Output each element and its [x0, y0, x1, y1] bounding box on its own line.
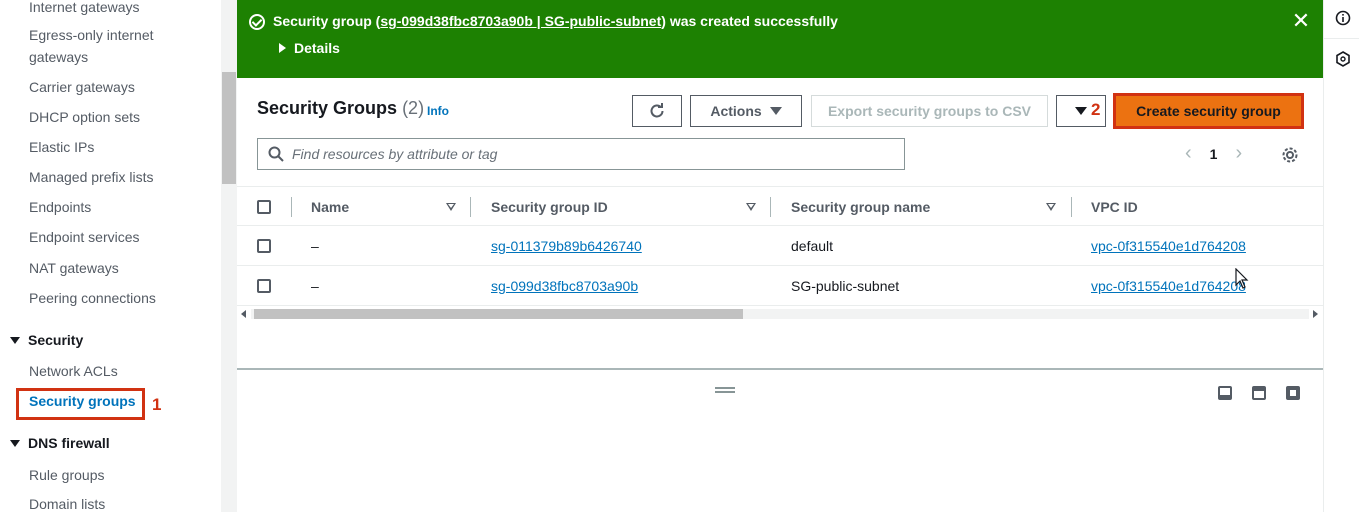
- cell-security-group-name: default: [791, 238, 834, 254]
- table-row[interactable]: – sg-099d38fbc8703a90b SG-public-subnet …: [237, 266, 1323, 306]
- column-separator: [291, 197, 292, 217]
- hexagon-icon[interactable]: [1335, 51, 1351, 67]
- flash-message: Security group (sg-099d38fbc8703a90b | S…: [273, 13, 838, 29]
- nav-item-endpoints[interactable]: Endpoints: [29, 196, 91, 218]
- scroll-right-arrow-icon[interactable]: [1313, 310, 1318, 318]
- resize-handle[interactable]: [715, 387, 735, 393]
- utility-rail: [1323, 0, 1359, 512]
- split-side-icon[interactable]: [1252, 386, 1266, 400]
- nav-item-network-acls[interactable]: Network ACLs: [29, 360, 118, 382]
- caret-right-icon: [279, 43, 286, 53]
- page-title-count: (2): [402, 98, 425, 118]
- create-security-group-button[interactable]: Create security group: [1113, 93, 1304, 129]
- page-title-text: Security Groups: [257, 98, 398, 118]
- main-content: Security group (sg-099d38fbc8703a90b | S…: [237, 0, 1323, 512]
- nav-scrollbar-thumb[interactable]: [222, 72, 236, 184]
- nav-item-domain-lists[interactable]: Domain lists: [29, 493, 105, 512]
- column-separator[interactable]: [1071, 197, 1072, 217]
- column-separator[interactable]: [770, 197, 771, 217]
- cell-security-group-name: SG-public-subnet: [791, 278, 900, 294]
- next-page-icon[interactable]: ›: [1235, 142, 1242, 165]
- previous-page-icon[interactable]: ‹: [1185, 142, 1192, 165]
- column-header-security-group-id[interactable]: Security group ID: [491, 187, 608, 227]
- table-horizontal-scrollbar[interactable]: [237, 306, 1323, 322]
- nav-item-elastic-ips[interactable]: Elastic IPs: [29, 136, 94, 158]
- flash-message-suffix: ) was created successfully: [661, 13, 838, 29]
- nav-item-rule-groups[interactable]: Rule groups: [29, 464, 105, 486]
- row-checkbox[interactable]: [257, 279, 271, 293]
- chevron-down-icon: [10, 336, 20, 344]
- nav-item-peering-connections[interactable]: Peering connections: [29, 287, 156, 309]
- column-header-security-group-name[interactable]: Security group name: [791, 187, 930, 227]
- success-flash-banner: Security group (sg-099d38fbc8703a90b | S…: [237, 0, 1323, 78]
- create-security-group-label: Create security group: [1136, 103, 1281, 119]
- export-csv-label: Export security groups to CSV: [827, 103, 1032, 119]
- flash-details-toggle[interactable]: Details: [279, 40, 340, 56]
- cell-security-group-id-link[interactable]: sg-099d38fbc8703a90b: [491, 266, 638, 306]
- nav-section-label: DNS firewall: [28, 435, 110, 451]
- flash-details-label: Details: [294, 40, 340, 56]
- refresh-button[interactable]: [632, 95, 682, 127]
- chevron-down-icon: [1075, 107, 1087, 115]
- gear-icon[interactable]: [1281, 146, 1299, 164]
- divider: [1324, 38, 1359, 39]
- info-link[interactable]: Info: [427, 104, 449, 118]
- callout-number-2: 2: [1091, 100, 1101, 119]
- nav-item-nat-gateways[interactable]: NAT gateways: [29, 257, 119, 279]
- search-input[interactable]: [292, 146, 882, 162]
- actions-button[interactable]: Actions: [690, 95, 802, 127]
- scrollbar-thumb[interactable]: [254, 309, 743, 319]
- select-all-checkbox[interactable]: [257, 200, 271, 214]
- nav-item-egress-only-internet-gateways[interactable]: Egress-only internet gateways: [29, 24, 179, 68]
- export-csv-button[interactable]: Export security groups to CSV: [811, 95, 1048, 127]
- refresh-icon: [650, 103, 664, 118]
- pagination: ‹ 1 ›: [1185, 142, 1242, 165]
- sort-icon[interactable]: [1046, 203, 1056, 211]
- sort-icon[interactable]: [446, 203, 456, 211]
- split-full-icon[interactable]: [1286, 386, 1300, 400]
- table-row[interactable]: – sg-011379b89b6426740 default vpc-0f315…: [237, 226, 1323, 266]
- split-bottom-icon[interactable]: [1218, 386, 1232, 400]
- cell-vpc-id-link[interactable]: vpc-0f315540e1d764208: [1091, 226, 1246, 266]
- column-header-vpc-id[interactable]: VPC ID: [1091, 187, 1138, 227]
- flash-message-prefix: Security group (: [273, 13, 381, 29]
- chevron-down-icon: [10, 439, 20, 447]
- page-title: Security Groups (2): [257, 98, 424, 119]
- search-icon: [268, 146, 284, 162]
- nav-section-dns-firewall[interactable]: DNS firewall: [10, 435, 110, 451]
- column-separator[interactable]: [470, 197, 471, 217]
- flash-security-group-link[interactable]: sg-099d38fbc8703a90b | SG-public-subnet: [380, 13, 661, 29]
- table-header-row: Name Security group ID Security group na…: [237, 186, 1323, 226]
- side-navigation: Internet gateways Egress-only internet g…: [0, 0, 221, 512]
- cell-security-group-id-link[interactable]: sg-011379b89b6426740: [491, 226, 642, 266]
- close-icon[interactable]: ✕: [1290, 10, 1312, 32]
- cell-name: –: [311, 238, 319, 254]
- sort-icon[interactable]: [746, 203, 756, 211]
- nav-section-security[interactable]: Security: [10, 332, 83, 348]
- info-circle-icon[interactable]: [1335, 10, 1351, 26]
- page-number[interactable]: 1: [1210, 146, 1218, 162]
- search-bar[interactable]: [257, 138, 905, 170]
- nav-item-endpoint-services[interactable]: Endpoint services: [29, 226, 140, 248]
- nav-item-internet-gateways[interactable]: Internet gateways: [29, 0, 140, 18]
- actions-label: Actions: [710, 103, 762, 119]
- callout-highlight-security-groups: [16, 388, 145, 420]
- row-checkbox[interactable]: [257, 239, 271, 253]
- nav-item-dhcp-option-sets[interactable]: DHCP option sets: [29, 106, 140, 128]
- callout-number-1: 1: [152, 395, 162, 414]
- cell-name: –: [311, 278, 319, 294]
- cell-vpc-id-link[interactable]: vpc-0f315540e1d764208: [1091, 266, 1246, 306]
- nav-item-carrier-gateways[interactable]: Carrier gateways: [29, 76, 135, 98]
- nav-section-label: Security: [28, 332, 84, 348]
- chevron-down-icon: [769, 107, 782, 115]
- split-panel: [237, 370, 1323, 512]
- nav-item-managed-prefix-lists[interactable]: Managed prefix lists: [29, 166, 154, 188]
- security-groups-panel: Security Groups (2) Info Actions Export …: [237, 78, 1323, 370]
- column-header-name[interactable]: Name: [311, 187, 349, 227]
- success-check-icon: [249, 14, 265, 30]
- mouse-cursor-icon: [1235, 268, 1249, 289]
- scroll-left-arrow-icon[interactable]: [241, 310, 246, 318]
